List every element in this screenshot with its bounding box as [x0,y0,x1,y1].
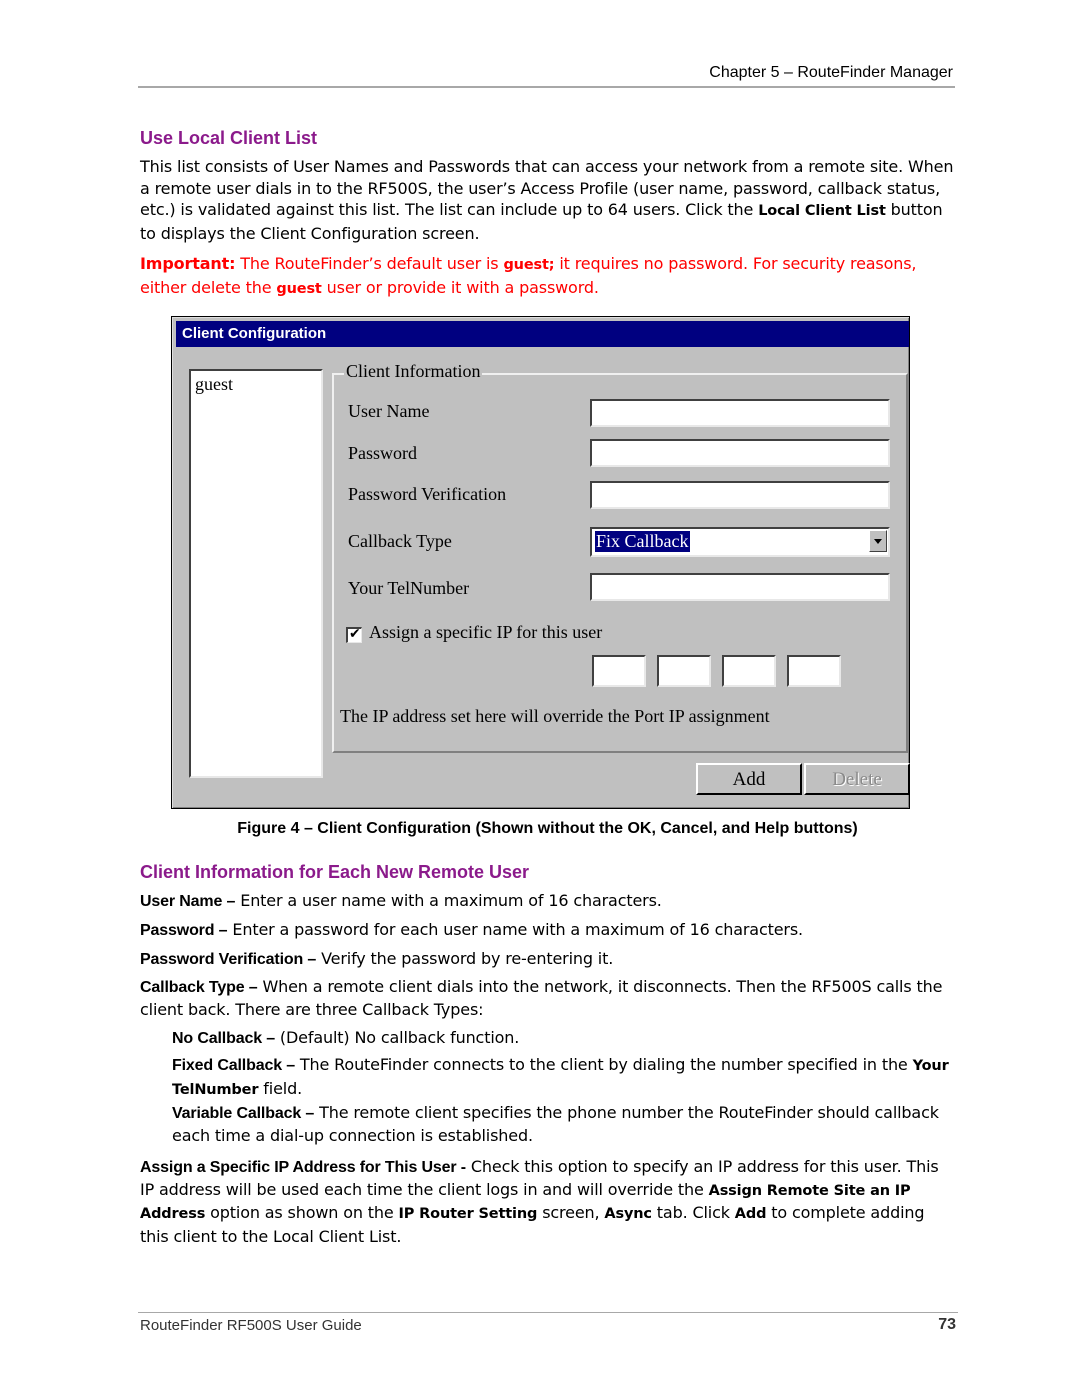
assign-ip-label[interactable]: Assign a specific IP for this user [369,622,602,643]
desc-text: Enter a password for each user name with… [227,920,803,939]
term-assign-ip: Assign a Specific IP Address for This Us… [140,1159,466,1176]
desc-no-callback: No Callback – (Default) No callback func… [172,1027,962,1050]
callback-type-select[interactable]: Fix Callback [590,527,890,557]
local-client-list-ref: Local Client List [758,203,886,219]
tel-number-input[interactable] [590,573,890,601]
term-variable-callback: Variable Callback – [172,1105,315,1122]
page-footer: RouteFinder RF500S User Guide 73 [138,1312,958,1334]
important-text-3: user or provide it with a password. [321,277,599,297]
desc-text: Verify the password by re-entering it. [316,949,614,968]
client-listbox[interactable]: guest [189,369,323,778]
term-password-verification: Password Verification – [140,951,317,968]
add-ref: Add [734,1206,767,1222]
desc-assign-ip: Assign a Specific IP Address for This Us… [140,1156,955,1247]
section-heading-client-information: Client Information for Each New Remote U… [140,862,530,882]
group-title: Client Information [344,361,483,382]
callback-type-label: Callback Type [348,531,452,551]
intro-paragraph: This list consists of User Names and Pas… [140,156,955,244]
desc-text: (Default) No callback function. [274,1028,520,1047]
ip-octet-1[interactable] [592,655,646,687]
ip-octet-3[interactable] [722,655,776,687]
page-number: 73 [938,1316,956,1333]
important-text: The RouteFinder’s default user is [235,254,504,273]
desc-password: Password – Enter a password for each use… [140,919,955,942]
term-callback-type: Callback Type – [140,979,258,996]
callback-type-value: Fix Callback [595,531,690,552]
checkmark-icon: ✔ [349,626,361,642]
guide-title: RouteFinder RF500S User Guide [140,1317,362,1334]
assign-ip-checkbox[interactable]: ✔ [346,626,362,643]
guest-ref-2: guest [276,280,322,297]
async-ref: Async [604,1206,652,1222]
desc-password-verification: Password Verification – Verify the passw… [140,948,955,971]
guest-ref: guest; [503,257,555,273]
desc-callback-type: Callback Type – When a remote client dia… [140,976,955,1020]
figure-caption: Figure 4 – Client Configuration (Shown w… [237,820,858,837]
client-list-item[interactable]: guest [195,374,233,395]
dialog-title: Client Configuration [182,325,327,342]
ip-router-setting-ref: IP Router Setting [398,1206,538,1222]
desc-text-end: field. [258,1078,303,1098]
term-no-callback: No Callback – [172,1030,275,1047]
desc-text: When a remote client dials into the netw… [140,977,943,1019]
password-label: Password [348,443,418,463]
desc-text: The RouteFinder connects to the client b… [295,1055,913,1074]
term-fixed-callback: Fixed Callback – [172,1057,295,1074]
dialog-titlebar[interactable]: Client Configuration [176,321,909,347]
section-heading-local-client-list: Use Local Client List [140,128,318,148]
chevron-down-icon[interactable] [869,530,887,552]
ip-octet-4[interactable] [787,655,841,687]
term-user-name: User Name – [140,893,236,910]
desc-user-name: User Name – Enter a user name with a max… [140,890,955,913]
tel-number-label: Your TelNumber [348,578,470,598]
ip-override-note: The IP address set here will override th… [340,706,770,726]
password-verification-input[interactable] [590,481,890,509]
desc-text-3: screen, [537,1203,605,1222]
client-information-group: Client Information [332,361,908,753]
user-name-input[interactable] [590,399,890,427]
desc-fixed-callback: Fixed Callback – The RouteFinder connect… [172,1054,962,1101]
password-input[interactable] [590,439,890,467]
user-name-label: User Name [348,401,430,421]
term-password: Password – [140,922,228,939]
page-header: Chapter 5 – RouteFinder Manager [138,64,955,88]
important-note: Important: The RouteFinder’s default use… [140,253,955,300]
add-button[interactable]: Add [696,763,802,795]
password-verification-label: Password Verification [348,484,507,504]
important-label: Important: [140,254,236,273]
delete-button[interactable]: Delete [804,763,910,795]
ip-octet-2[interactable] [657,655,711,687]
desc-text-2: option as shown on the [205,1203,399,1222]
desc-variable-callback: Variable Callback – The remote client sp… [172,1102,962,1146]
client-configuration-dialog: Client Configuration guest Client Inform… [171,316,910,809]
desc-text-4: tab. Click [651,1203,735,1222]
desc-text: Enter a user name with a maximum of 16 c… [235,891,662,910]
chapter-title: Chapter 5 – RouteFinder Manager [709,64,953,81]
